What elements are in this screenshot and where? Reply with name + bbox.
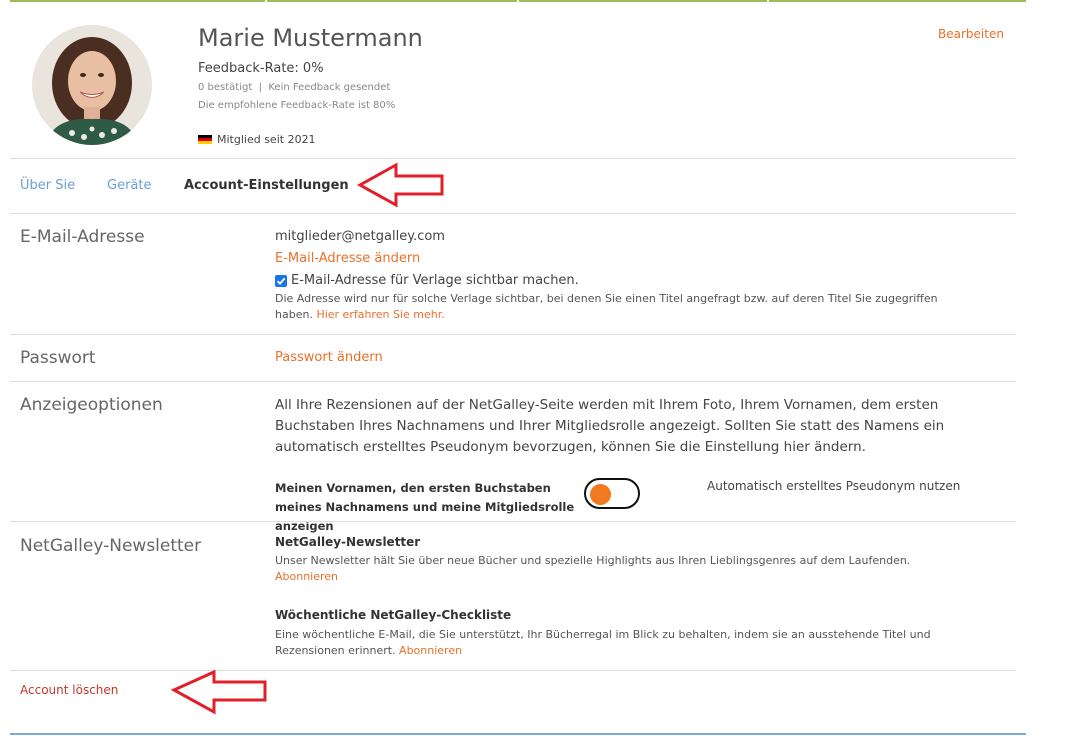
checklist-description: Eine wöchentliche E-Mail, die Sie unters… (275, 627, 931, 659)
tab-about[interactable]: Über Sie (20, 178, 75, 193)
learn-more-link[interactable]: Hier erfahren Sie mehr. (316, 308, 444, 321)
checklist-subscribe-link[interactable]: Abonnieren (399, 644, 462, 657)
email-value: mitglieder@netgalley.com (275, 229, 445, 244)
change-password-link[interactable]: Passwort ändern (275, 350, 383, 365)
checklist-heading: Wöchentliche NetGalley-Checkliste (275, 608, 512, 622)
germany-flag-icon (198, 134, 212, 145)
display-options-description: All Ihre Rezensionen auf der NetGalley-S… (275, 397, 945, 455)
divider (10, 521, 1016, 522)
email-visibility-row: E-Mail-Adresse für Verlage sichtbar mach… (275, 273, 579, 288)
profile-name: Marie Mustermann (198, 24, 423, 52)
checklist-desc-line1: Eine wöchentliche E-Mail, die Sie unters… (275, 628, 931, 641)
toggle-knob (590, 484, 611, 505)
member-since: Mitglied seit 2021 (198, 133, 316, 146)
newsletter-heading: NetGalley-Newsletter (275, 535, 421, 549)
pseudonym-option-label: Automatisch erstelltes Pseudonym nutzen (707, 479, 961, 493)
pseudonym-toggle[interactable] (584, 478, 640, 509)
divider (10, 334, 1016, 335)
email-visibility-checkbox[interactable] (275, 274, 287, 287)
recommended-rate: Die empfohlene Feedback-Rate ist 80% (198, 100, 396, 111)
checklist-desc-line2: Rezensionen erinnert. (275, 644, 396, 657)
divider (10, 670, 1016, 671)
email-visibility-label: E-Mail-Adresse für Verlage sichtbar mach… (291, 273, 579, 288)
member-since-label: Mitglied seit 2021 (217, 133, 316, 146)
newsletter-desc: Unser Newsletter hält Sie über neue Büch… (275, 554, 911, 567)
display-options-title: Anzeigeoptionen (20, 395, 163, 415)
tab-account-settings[interactable]: Account-Einstellungen (184, 178, 349, 193)
profile-avatar (32, 25, 152, 145)
annotation-arrow-icon (170, 669, 267, 715)
password-section-title: Passwort (20, 348, 96, 368)
newsletter-section-title: NetGalley-Newsletter (20, 536, 202, 556)
divider (10, 213, 1016, 214)
tab-devices[interactable]: Geräte (107, 178, 151, 193)
newsletter-subscribe-link[interactable]: Abonnieren (275, 570, 338, 583)
edit-profile-link[interactable]: Bearbeiten (938, 27, 1004, 41)
display-name-option-label: Meinen Vornamen, den ersten Buchstaben m… (275, 481, 575, 533)
top-border (10, 0, 1026, 2)
email-note-line1: Die Adresse wird nur für solche Verlage … (275, 292, 938, 305)
feedback-rate: Feedback-Rate: 0% (198, 61, 324, 76)
divider (10, 381, 1016, 382)
annotation-arrow-icon (356, 162, 444, 208)
email-visibility-note: Die Adresse wird nur für solche Verlage … (275, 291, 938, 323)
divider (10, 158, 1016, 159)
email-section-title: E-Mail-Adresse (20, 227, 145, 247)
delete-account-link[interactable]: Account löschen (20, 683, 118, 697)
change-email-link[interactable]: E-Mail-Adresse ändern (275, 251, 420, 266)
newsletter-description: Unser Newsletter hält Sie über neue Büch… (275, 553, 910, 585)
bottom-border (10, 733, 1026, 735)
email-note-line2: haben. (275, 308, 313, 321)
feedback-stats: 0 bestätigt | Kein Feedback gesendet (198, 82, 391, 93)
